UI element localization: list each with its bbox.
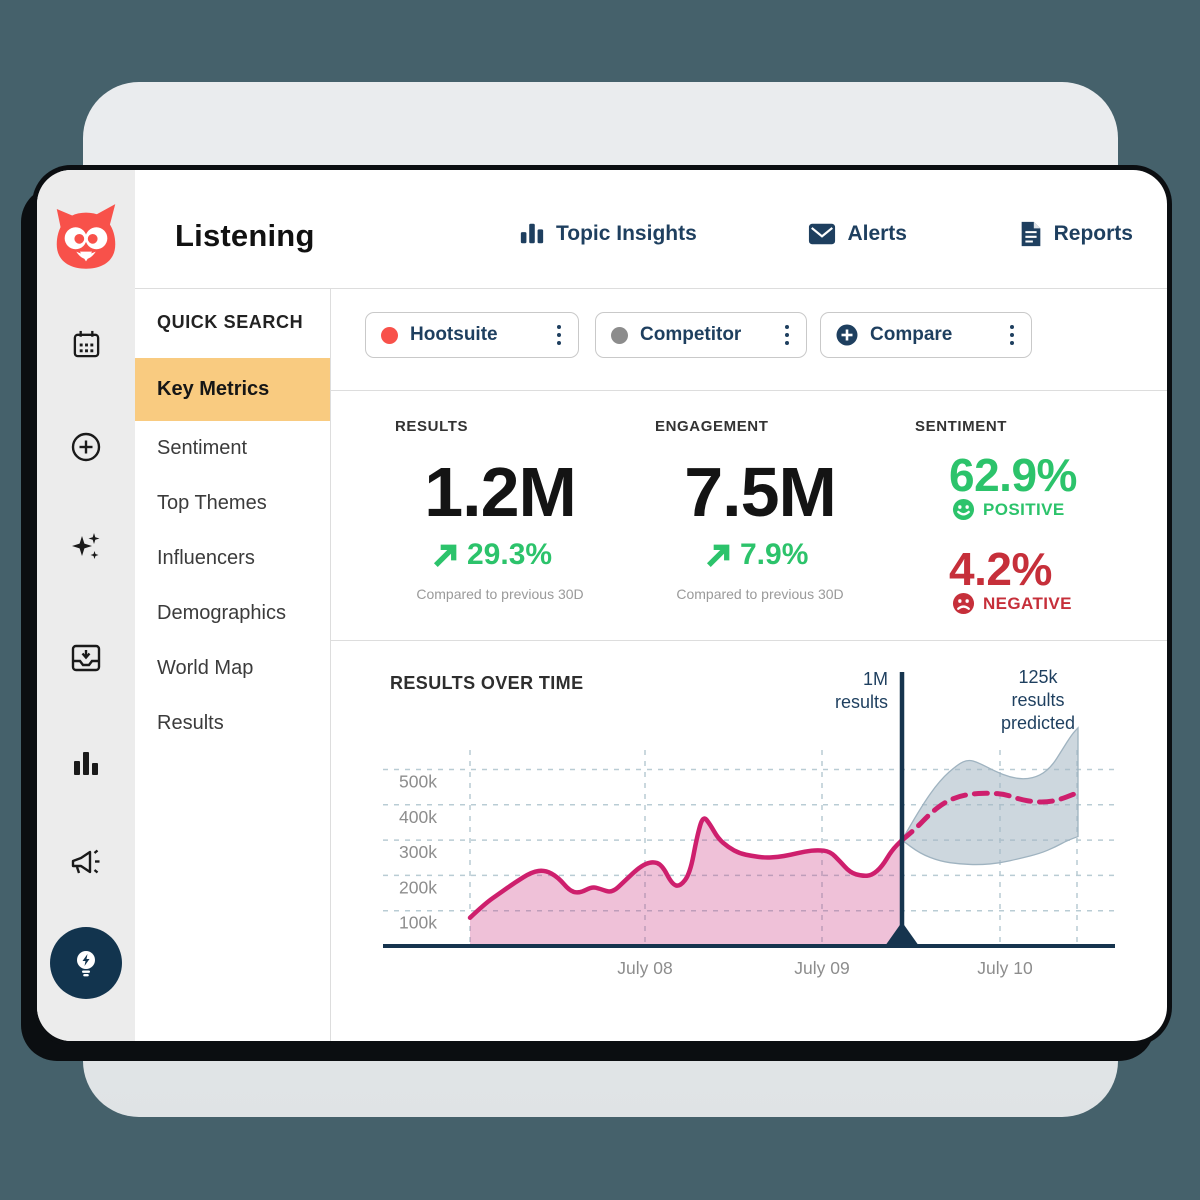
icon-rail [37, 170, 135, 1041]
plus-circle-icon [836, 324, 858, 346]
svg-text:July 10: July 10 [977, 958, 1033, 978]
change-value: 29.3% [467, 538, 552, 572]
sidebar-item-key-metrics[interactable]: Key Metrics [135, 358, 330, 421]
nav-alerts[interactable]: Alerts [808, 222, 907, 246]
rail-item-create[interactable] [37, 430, 135, 464]
rail-item-planner[interactable] [37, 327, 135, 361]
chip-competitor[interactable]: Competitor [595, 312, 807, 358]
sentiment-negative-row: NEGATIVE [952, 592, 1072, 615]
calendar-icon [71, 329, 102, 360]
svg-text:400k: 400k [399, 807, 437, 827]
header-divider [135, 288, 1167, 289]
sentiment-negative-label: NEGATIVE [983, 594, 1072, 614]
sidebar-item-world-map[interactable]: World Map [135, 641, 330, 696]
svg-text:200k: 200k [399, 877, 437, 897]
rail-item-analytics[interactable] [37, 746, 135, 780]
svg-text:July 08: July 08 [617, 958, 672, 978]
kebab-menu-icon[interactable] [1008, 323, 1017, 348]
lightbulb-icon [69, 946, 103, 980]
svg-text:500k: 500k [399, 772, 437, 792]
sentiment-metric-label: SENTIMENT [915, 418, 1007, 435]
engagement-metric-value: 7.5M [640, 452, 880, 532]
smiley-face-icon [952, 498, 975, 521]
page: { "window": { "title": "Listening" }, "t… [0, 0, 1200, 1200]
page-title: Listening [175, 218, 315, 254]
frown-face-icon [952, 592, 975, 615]
rail-item-ideas[interactable] [37, 927, 135, 999]
nav-label: Reports [1054, 222, 1133, 246]
sentiment-positive-label: POSITIVE [983, 500, 1065, 520]
trend-up-icon [432, 542, 459, 569]
chip-label: Compare [870, 324, 996, 346]
sidebar-item-label: Sentiment [157, 437, 247, 460]
panel-divider [330, 288, 331, 1041]
sentiment-positive-row: POSITIVE [952, 498, 1065, 521]
analytics-bars-icon [71, 748, 101, 778]
sparkles-icon [69, 530, 103, 564]
inbox-icon [70, 642, 102, 674]
trend-up-icon [705, 542, 732, 569]
engagement-metric-label: ENGAGEMENT [655, 418, 769, 435]
top-nav: Topic Insights Alerts Reports [519, 220, 1133, 248]
results-metric-change: 29.3% [432, 538, 552, 572]
hootsuite-logo[interactable] [37, 192, 135, 282]
svg-text:July 09: July 09 [794, 958, 849, 978]
sidebar-item-top-themes[interactable]: Top Themes [135, 476, 330, 531]
rail-item-amplify[interactable] [37, 848, 135, 882]
results-metric-value: 1.2M [380, 452, 620, 532]
envelope-icon [808, 222, 836, 246]
chip-label: Competitor [640, 324, 771, 346]
kebab-menu-icon[interactable] [783, 323, 792, 348]
annotation-line: results [778, 691, 888, 714]
annotation-line: predicted [958, 712, 1118, 735]
engagement-metric-change: 7.9% [705, 538, 808, 572]
sidebar-item-label: Top Themes [157, 492, 267, 515]
nav-reports[interactable]: Reports [1019, 220, 1133, 248]
chip-hootsuite[interactable]: Hootsuite [365, 312, 579, 358]
chips-divider [330, 390, 1167, 391]
annotation-line: 125k [958, 666, 1118, 689]
sidebar-item-label: Key Metrics [157, 378, 269, 401]
sentiment-negative-value: 4.2% [949, 542, 1052, 596]
quick-search-title: QUICK SEARCH [157, 312, 303, 333]
sidebar-item-label: World Map [157, 657, 253, 680]
sidebar-item-label: Demographics [157, 602, 286, 625]
engagement-metric-caption: Compared to previous 30D [640, 586, 880, 602]
sidebar-item-sentiment[interactable]: Sentiment [135, 421, 330, 476]
sidebar-item-label: Results [157, 712, 224, 735]
nav-label: Topic Insights [556, 222, 697, 246]
svg-text:300k: 300k [399, 842, 437, 862]
annotation-line: 1M [778, 668, 888, 691]
owl-icon [47, 198, 125, 276]
annotation-current: 1M results [778, 668, 888, 714]
chip-label: Hootsuite [410, 324, 543, 346]
nav-topic-insights[interactable]: Topic Insights [519, 221, 697, 247]
sidebar-item-demographics[interactable]: Demographics [135, 586, 330, 641]
kebab-menu-icon[interactable] [555, 323, 564, 348]
report-icon [1019, 220, 1043, 248]
sidebar-item-label: Influencers [157, 547, 255, 570]
competitor-dot-icon [611, 327, 628, 344]
app-window: Listening Topic Insights Alerts [37, 170, 1167, 1041]
rail-item-ai[interactable] [37, 530, 135, 564]
sidebar-item-influencers[interactable]: Influencers [135, 531, 330, 586]
rail-item-inbox[interactable] [37, 641, 135, 675]
lightbulb-button [50, 927, 122, 999]
megaphone-icon [69, 849, 103, 881]
chip-compare[interactable]: Compare [820, 312, 1032, 358]
change-value: 7.9% [740, 538, 808, 572]
sidebar-item-results[interactable]: Results [135, 696, 330, 751]
results-metric-label: RESULTS [395, 418, 468, 435]
nav-label: Alerts [847, 222, 907, 246]
sentiment-positive-value: 62.9% [949, 448, 1077, 502]
svg-text:100k: 100k [399, 913, 437, 933]
bar-chart-icon [519, 221, 545, 247]
hootsuite-dot-icon [381, 327, 398, 344]
annotation-predicted: 125k results predicted [958, 666, 1118, 735]
plus-circle-outline-icon [70, 431, 102, 463]
results-metric-caption: Compared to previous 30D [380, 586, 620, 602]
annotation-line: results [958, 689, 1118, 712]
metrics-divider [330, 640, 1167, 641]
